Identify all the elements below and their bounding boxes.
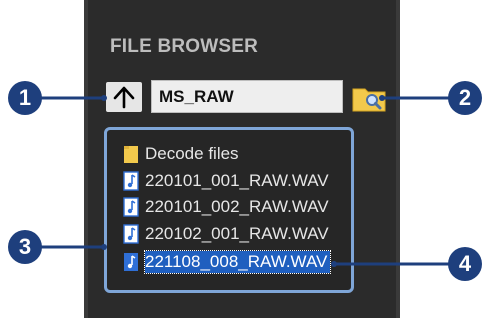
callout-lines [38, 95, 452, 267]
callout-4: 4 [448, 247, 482, 281]
callout-1: 1 [8, 81, 42, 115]
callout-3: 3 [8, 230, 42, 264]
callout-2: 2 [448, 81, 482, 115]
